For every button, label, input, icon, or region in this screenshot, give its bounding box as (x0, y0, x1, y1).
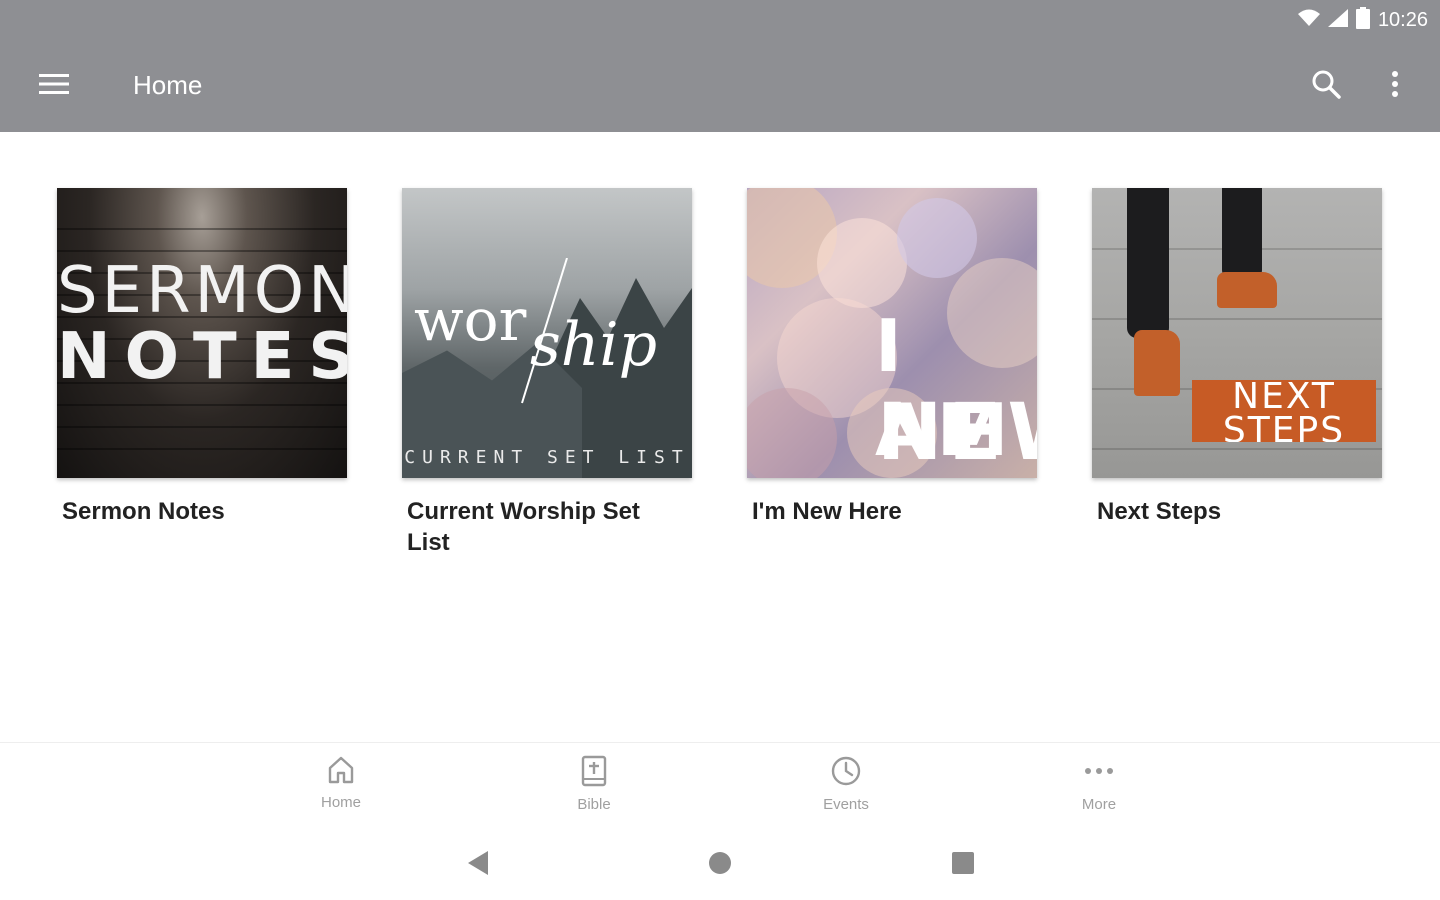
nav-home[interactable]: Home (271, 755, 411, 811)
tile-sermon-notes[interactable]: SERMON NOTES Sermon Notes (57, 188, 347, 527)
nav-label: Home (320, 794, 361, 811)
battery-icon (1355, 6, 1370, 34)
clock-icon (830, 755, 862, 792)
search-button[interactable] (1300, 62, 1352, 110)
tile-label: Sermon Notes (62, 498, 225, 525)
tile-im-new-here[interactable]: I AM NEW I'm New Here (747, 188, 1037, 527)
back-button[interactable] (458, 850, 498, 880)
nav-label: More (1081, 796, 1117, 813)
sermon-art-line2: NOTES (57, 320, 347, 394)
back-triangle-icon (466, 850, 490, 881)
sermon-notes-image: SERMON NOTES (57, 188, 347, 478)
menu-button[interactable] (24, 62, 84, 110)
worship-art-caption: CURRENT SET LIST (404, 447, 690, 468)
toolbar: Home (0, 44, 1440, 128)
bible-icon (580, 755, 608, 792)
home-icon (327, 755, 355, 790)
bottom-navigation: Home Bible Events More (0, 742, 1440, 828)
nav-bible[interactable]: Bible (524, 755, 664, 813)
home-circle-icon (708, 851, 732, 880)
tile-label: Current Worship Set List (407, 498, 640, 556)
im-new-image: I AM NEW (747, 188, 1037, 478)
next-art-line2: STEPS (1222, 410, 1346, 443)
more-vertical-icon (1391, 70, 1399, 103)
tile-label: I'm New Here (752, 498, 902, 525)
tile-label: Next Steps (1097, 498, 1222, 525)
sermon-art-line1: SERMON (57, 254, 347, 328)
overflow-menu-button[interactable] (1374, 62, 1416, 110)
app-bar: 10:26 Home (0, 0, 1440, 132)
recents-square-icon (951, 851, 975, 880)
tile-worship-set-list[interactable]: wor ship CURRENT SET LIST Current Worshi… (402, 188, 692, 558)
new-art-line2: NEW (877, 388, 1037, 478)
home-system-button[interactable] (700, 850, 740, 880)
hamburger-menu-icon (39, 73, 69, 100)
system-navigation-bar (0, 828, 1440, 900)
page-title: Home (133, 70, 203, 100)
nav-label: Events (823, 796, 869, 813)
status-bar: 10:26 (1297, 6, 1428, 34)
nav-more[interactable]: More (1029, 755, 1169, 813)
next-steps-image: NEXT STEPS (1092, 188, 1382, 478)
more-horizontal-icon (1083, 755, 1115, 792)
worship-image: wor ship CURRENT SET LIST (402, 188, 692, 478)
nav-events[interactable]: Events (776, 755, 916, 813)
tile-next-steps[interactable]: NEXT STEPS Next Steps (1092, 188, 1382, 527)
status-time: 10:26 (1377, 8, 1428, 31)
nav-label: Bible (577, 796, 611, 813)
wifi-icon (1297, 9, 1320, 32)
recents-button[interactable] (943, 850, 983, 880)
search-icon (1311, 69, 1341, 104)
next-art-line1: NEXT (1232, 380, 1336, 417)
next-steps-art-box: NEXT STEPS (1192, 380, 1376, 442)
worship-art-word1: wor (414, 286, 527, 354)
signal-icon (1327, 8, 1348, 32)
